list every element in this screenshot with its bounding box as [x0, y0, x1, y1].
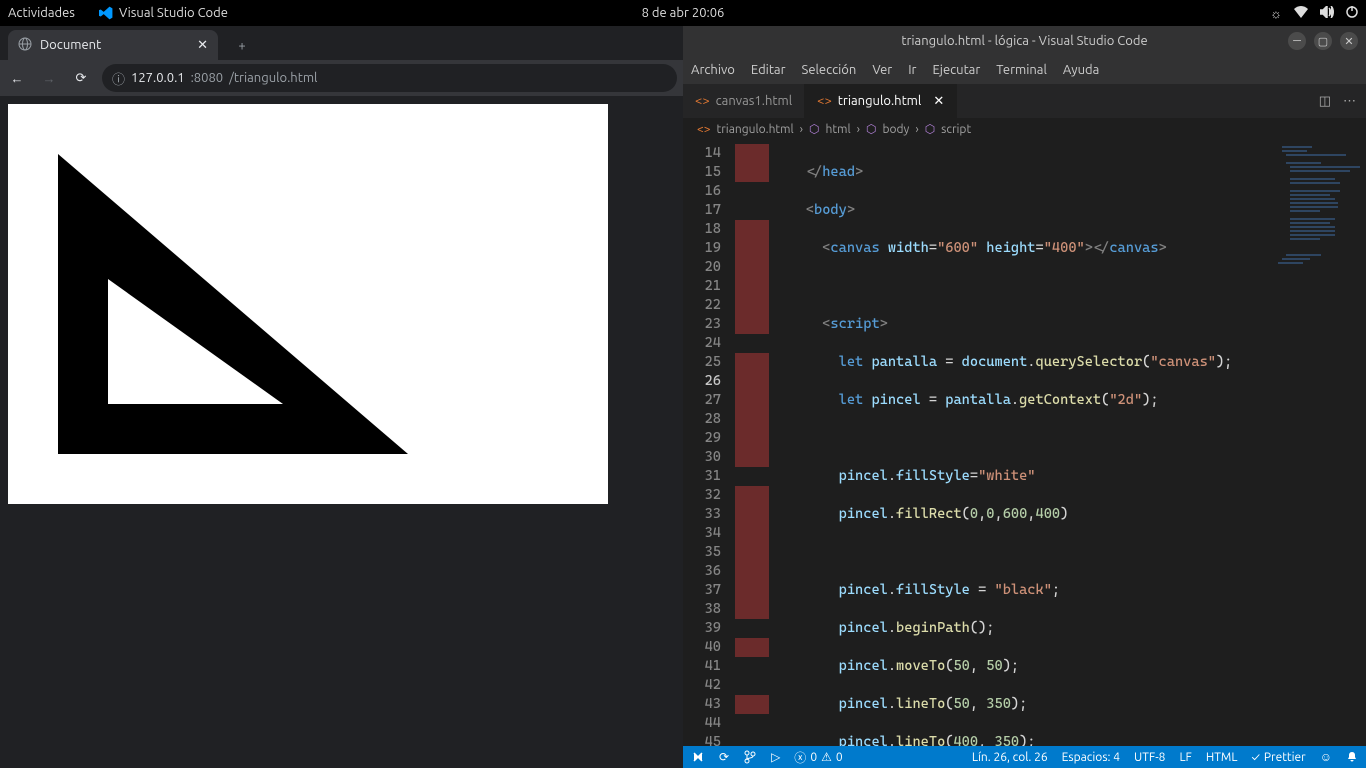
- browser-viewport: [0, 96, 683, 768]
- vscode-icon: [99, 6, 113, 20]
- back-button[interactable]: ←: [6, 71, 28, 86]
- url-host: 127.0.0.1: [131, 71, 185, 85]
- symbol-icon: ⬡: [925, 122, 935, 136]
- editor-tab-triangulo[interactable]: <> triangulo.html ✕: [805, 84, 957, 118]
- vscode-menubar: Archivo Editar Selección Ver Ir Ejecutar…: [683, 56, 1366, 84]
- clock[interactable]: 8 de abr 20:06: [642, 6, 725, 20]
- menu-ejecutar[interactable]: Ejecutar: [933, 63, 981, 77]
- editor-tab-label: canvas1.html: [716, 94, 792, 108]
- editor-tab-canvas1[interactable]: <> canvas1.html: [683, 84, 805, 118]
- symbol-icon: ⬡: [809, 122, 819, 136]
- app-menu-label: Visual Studio Code: [119, 6, 228, 20]
- minimap[interactable]: [1276, 140, 1366, 746]
- problems-indicator[interactable]: ⓧ 0 ⚠ 0: [794, 749, 842, 766]
- prettier-status[interactable]: ✓ Prettier: [1251, 751, 1305, 764]
- window-maximize-button[interactable]: ▢: [1314, 32, 1332, 50]
- browser-tab[interactable]: Document ✕: [8, 30, 218, 60]
- globe-icon: [18, 37, 32, 54]
- feedback-icon[interactable]: ☺: [1320, 750, 1332, 764]
- chevron-right-icon: ›: [800, 123, 803, 136]
- chevron-right-icon: ›: [915, 123, 918, 136]
- gnome-top-bar: Actividades Visual Studio Code 8 de abr …: [0, 0, 1366, 26]
- browser-tab-title: Document: [40, 38, 101, 52]
- url-path: /triangulo.html: [229, 71, 317, 85]
- volume-icon[interactable]: [1320, 6, 1334, 21]
- breadcrumb-item[interactable]: script: [941, 123, 971, 136]
- notifications-icon[interactable]: [1346, 751, 1358, 763]
- browser-window: Document ✕ + ← → ⟳ ⓘ 127.0.0.1 :8080/tria…: [0, 26, 683, 768]
- cursor-position[interactable]: Lín. 26, col. 26: [972, 751, 1048, 764]
- debug-icon[interactable]: ▷: [771, 750, 780, 764]
- git-branch-icon[interactable]: [743, 750, 757, 764]
- eol[interactable]: LF: [1179, 751, 1191, 764]
- forward-button[interactable]: →: [38, 71, 60, 86]
- menu-ayuda[interactable]: Ayuda: [1063, 63, 1099, 77]
- vscode-title: triangulo.html - lógica - Visual Studio …: [901, 34, 1147, 48]
- indentation[interactable]: Espacios: 4: [1062, 751, 1120, 764]
- html-file-icon: <>: [695, 94, 710, 108]
- site-info-icon[interactable]: ⓘ: [112, 69, 125, 88]
- menu-seleccion[interactable]: Selección: [802, 63, 857, 77]
- menu-archivo[interactable]: Archivo: [691, 63, 735, 77]
- sync-icon[interactable]: ⟳: [719, 750, 729, 764]
- code-editor[interactable]: 1415161718192021222324252627282930313233…: [683, 140, 1366, 746]
- vscode-window: triangulo.html - lógica - Visual Studio …: [683, 26, 1366, 768]
- app-menu[interactable]: Visual Studio Code: [99, 6, 228, 20]
- window-close-button[interactable]: ✕: [1340, 32, 1358, 50]
- breadcrumb[interactable]: <> triangulo.html › ⬡ html › ⬡ body › ⬡ …: [683, 118, 1366, 140]
- power-icon[interactable]: [1346, 6, 1358, 21]
- html-file-icon: <>: [817, 94, 832, 108]
- more-actions-icon[interactable]: ⋯: [1343, 94, 1356, 109]
- window-minimize-button[interactable]: ─: [1288, 32, 1306, 50]
- html-file-icon: <>: [697, 123, 711, 136]
- browser-toolbar: ← → ⟳ ⓘ 127.0.0.1 :8080/triangulo.html: [0, 60, 683, 96]
- reload-button[interactable]: ⟳: [70, 71, 92, 86]
- rendered-canvas: [8, 104, 608, 504]
- remote-indicator[interactable]: [691, 750, 705, 764]
- menu-terminal[interactable]: Terminal: [996, 63, 1047, 77]
- breadcrumb-item[interactable]: html: [826, 123, 851, 136]
- activities-button[interactable]: Actividades: [8, 6, 75, 20]
- encoding[interactable]: UTF-8: [1134, 751, 1165, 764]
- symbol-icon: ⬡: [866, 122, 876, 136]
- breadcrumb-item[interactable]: body: [882, 123, 909, 136]
- editor-tab-label: triangulo.html: [838, 94, 922, 108]
- chevron-right-icon: ›: [857, 123, 860, 136]
- language-mode[interactable]: HTML: [1206, 751, 1238, 764]
- status-bar: ⟳ ▷ ⓧ 0 ⚠ 0 Lín. 26, col. 26 Espacios: 4…: [683, 746, 1366, 768]
- menu-ver[interactable]: Ver: [872, 63, 892, 77]
- address-bar[interactable]: ⓘ 127.0.0.1 :8080/triangulo.html: [102, 64, 677, 92]
- new-tab-button[interactable]: +: [228, 32, 256, 60]
- browser-tab-strip: Document ✕ +: [0, 26, 683, 60]
- editor-tab-bar: <> canvas1.html <> triangulo.html ✕ ◫ ⋯: [683, 84, 1366, 118]
- close-tab-icon[interactable]: ✕: [933, 94, 944, 109]
- line-number-gutter: 1415161718192021222324252627282930313233…: [683, 140, 735, 746]
- close-tab-icon[interactable]: ✕: [197, 38, 208, 53]
- breadcrumb-item[interactable]: triangulo.html: [717, 123, 794, 136]
- vscode-titlebar: triangulo.html - lógica - Visual Studio …: [683, 26, 1366, 56]
- wifi-icon[interactable]: [1294, 6, 1308, 21]
- url-port: :8080: [191, 71, 224, 85]
- menu-editar[interactable]: Editar: [751, 63, 786, 77]
- menu-ir[interactable]: Ir: [908, 63, 916, 77]
- split-editor-icon[interactable]: ◫: [1319, 94, 1331, 109]
- scm-change-stripe: [735, 140, 769, 746]
- brightness-icon[interactable]: ☼: [1270, 6, 1282, 21]
